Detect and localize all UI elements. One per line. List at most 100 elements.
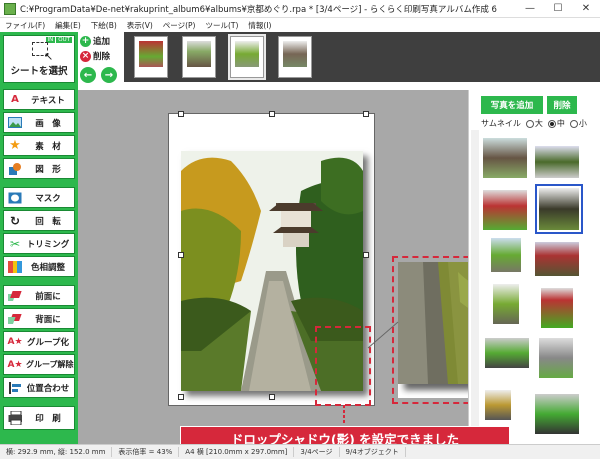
- bring-front-button[interactable]: 前面に: [3, 285, 75, 306]
- material-tool-button[interactable]: ★ 素 材: [3, 135, 75, 156]
- menu-view[interactable]: 表示(V): [122, 20, 158, 31]
- photo-thumb[interactable]: [491, 238, 521, 272]
- resize-handle[interactable]: [363, 252, 369, 258]
- add-photo-button[interactable]: 写真を追加: [481, 96, 543, 114]
- close-button[interactable]: ✕: [572, 0, 600, 18]
- page-thumb-photo: [187, 41, 211, 67]
- page-thumbnails: [124, 32, 600, 82]
- size-large-label: 大: [534, 119, 543, 128]
- rotate-tool-button[interactable]: ↻ 回 転: [3, 210, 75, 231]
- bring-front-label: 前面に: [35, 291, 61, 302]
- out-toggle[interactable]: OUT: [56, 37, 72, 43]
- status-bar: 横: 292.9 mm, 縦: 152.0 mm 表示倍率 = 43% A4 横…: [0, 444, 600, 459]
- window-title: C:¥ProgramData¥De-net¥rakuprint_album6¥a…: [20, 4, 497, 15]
- shape-tool-label: 図 形: [35, 164, 61, 175]
- material-tool-label: 素 材: [35, 141, 61, 152]
- photo-thumb[interactable]: [485, 390, 511, 420]
- photo-thumb[interactable]: [539, 338, 573, 378]
- photo-thumb[interactable]: [535, 394, 579, 434]
- ungroup-button[interactable]: A★ グループ解除: [3, 354, 75, 375]
- color-tool-button[interactable]: 色相調整: [3, 256, 75, 277]
- shape-icon: [8, 162, 22, 176]
- shadow-highlight-box: [315, 326, 371, 406]
- minimize-button[interactable]: —: [516, 0, 544, 18]
- size-medium-radio[interactable]: [547, 119, 556, 128]
- size-large-radio[interactable]: [525, 119, 534, 128]
- photo-thumb[interactable]: [483, 138, 527, 178]
- cursor-icon: ↖: [44, 50, 54, 63]
- ungroup-icon: A★: [7, 359, 23, 370]
- rotate-icon: ↻: [9, 213, 21, 228]
- page-thumb-1[interactable]: [134, 36, 168, 78]
- group-label: グループ化: [27, 337, 69, 348]
- x-icon: ×: [80, 50, 91, 62]
- send-back-label: 背面に: [35, 314, 61, 325]
- status-objects: 9/4オブジェクト: [340, 447, 406, 457]
- select-sheet-label: シートを選択: [10, 66, 68, 77]
- select-sheet-button[interactable]: IN OUT ↖ シートを選択: [3, 35, 75, 83]
- resize-handle[interactable]: [178, 252, 184, 258]
- resize-handle[interactable]: [269, 394, 275, 400]
- prev-page-icon[interactable]: ←: [80, 67, 96, 83]
- thumbnail-size-row: サムネイル 大 中 小: [481, 118, 587, 129]
- printer-icon: [8, 411, 22, 425]
- menu-info[interactable]: 情報(I): [243, 20, 276, 31]
- page-strip-area: + 追加 × 削除 ← →: [78, 32, 600, 90]
- resize-handle[interactable]: [363, 111, 369, 117]
- maximize-button[interactable]: ☐: [544, 0, 572, 18]
- delete-page-label: 削除: [93, 52, 111, 62]
- resize-handle[interactable]: [178, 394, 184, 400]
- photo-thumb-selected[interactable]: [535, 184, 583, 234]
- tool-panel: IN OUT ↖ シートを選択 A テキスト 画 像 ★ 素 材 図 形 マスク…: [0, 32, 78, 444]
- mask-tool-label: マスク: [35, 193, 61, 204]
- resize-handle[interactable]: [178, 111, 184, 117]
- page-thumb-photo: [139, 41, 163, 67]
- menu-background[interactable]: 下絵(B): [86, 20, 122, 31]
- menu-tools[interactable]: ツール(T): [200, 20, 243, 31]
- photo-thumb[interactable]: [483, 190, 527, 230]
- delete-page-button[interactable]: × 削除: [80, 49, 120, 63]
- trimming-tool-button[interactable]: ✂ トリミング: [3, 233, 75, 254]
- mask-tool-button[interactable]: マスク: [3, 187, 75, 208]
- align-label: 位置合わせ: [26, 383, 70, 394]
- status-zoom: 表示倍率 = 43%: [112, 447, 180, 457]
- photo-thumb[interactable]: [493, 284, 519, 324]
- caption-pointer: [343, 405, 345, 425]
- menu-file[interactable]: ファイル(F): [0, 20, 50, 31]
- add-page-label: 追加: [93, 37, 111, 47]
- shape-tool-button[interactable]: 図 形: [3, 158, 75, 179]
- photo-thumb[interactable]: [535, 146, 579, 178]
- next-page-icon[interactable]: →: [101, 67, 117, 83]
- photo-thumb[interactable]: [485, 338, 529, 368]
- print-label: 印 刷: [35, 414, 61, 424]
- group-button[interactable]: A★ グループ化: [3, 331, 75, 352]
- delete-photo-button[interactable]: 削除: [547, 96, 577, 114]
- page-thumb-photo: [235, 41, 259, 67]
- status-page: 3/4ページ: [294, 447, 340, 457]
- photo-thumb[interactable]: [541, 288, 573, 328]
- size-small-radio[interactable]: [569, 119, 578, 128]
- plus-icon: +: [80, 35, 91, 47]
- photo-panel-scrollbar[interactable]: [471, 130, 479, 442]
- page-thumb-2[interactable]: [182, 36, 216, 78]
- size-small-label: 小: [578, 119, 587, 128]
- scissors-icon: ✂: [9, 236, 21, 251]
- image-icon: [8, 116, 22, 130]
- page-thumb-4[interactable]: [278, 36, 312, 78]
- star-icon: ★: [9, 138, 21, 153]
- text-tool-label: テキスト: [31, 95, 65, 106]
- send-back-button[interactable]: 背面に: [3, 308, 75, 329]
- editing-canvas[interactable]: ←影: [78, 90, 510, 444]
- page-thumb-3[interactable]: [228, 34, 266, 80]
- photo-thumb[interactable]: [535, 242, 579, 276]
- add-page-button[interactable]: + 追加: [80, 34, 120, 48]
- print-button[interactable]: 印 刷: [3, 406, 75, 430]
- text-tool-button[interactable]: A テキスト: [3, 89, 75, 110]
- zoom-connector-line: [367, 321, 399, 349]
- menu-page[interactable]: ページ(P): [158, 20, 201, 31]
- menu-edit[interactable]: 編集(E): [50, 20, 86, 31]
- resize-handle[interactable]: [269, 111, 275, 117]
- trimming-tool-label: トリミング: [26, 239, 70, 250]
- align-button[interactable]: 位置合わせ: [3, 377, 75, 398]
- image-tool-button[interactable]: 画 像: [3, 112, 75, 133]
